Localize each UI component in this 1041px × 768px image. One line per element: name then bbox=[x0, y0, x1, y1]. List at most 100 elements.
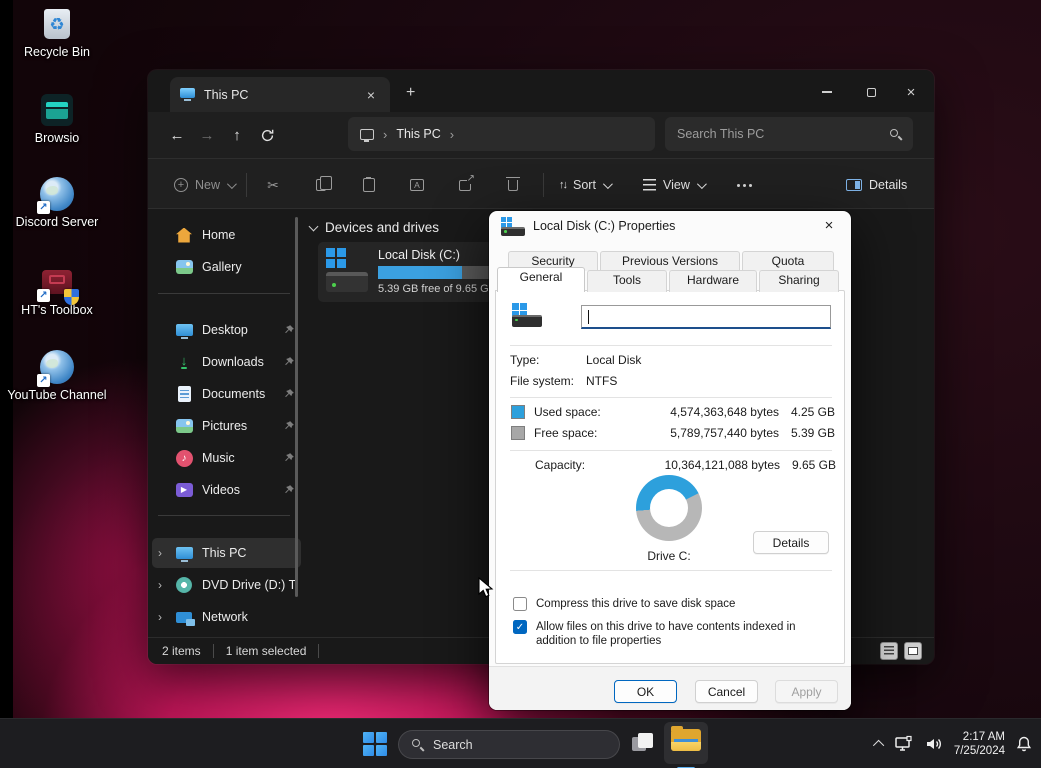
paste-button[interactable] bbox=[353, 171, 385, 199]
share-button[interactable]: ↗ bbox=[449, 171, 481, 199]
details-button[interactable]: Details bbox=[753, 531, 829, 554]
desktop-icon-hts-toolbox[interactable]: ↗ HT's Toolbox bbox=[4, 264, 110, 317]
taskbar-search[interactable]: Search bbox=[398, 730, 620, 759]
this-pc-icon bbox=[175, 544, 193, 562]
desktop-icon-discord-server[interactable]: ↗ Discord Server bbox=[4, 176, 110, 229]
sidebar-item-downloads[interactable]: ↓ Downloads bbox=[152, 347, 301, 377]
clock-time: 2:17 AM bbox=[954, 730, 1005, 744]
tab-hardware[interactable]: Hardware bbox=[669, 270, 757, 292]
new-button[interactable]: + New bbox=[166, 171, 242, 199]
sort-button[interactable]: ↑↓ Sort bbox=[551, 171, 618, 199]
desktop-icon-youtube-channel[interactable]: ↗ YouTube Channel bbox=[4, 349, 110, 402]
tab-sharing[interactable]: Sharing bbox=[759, 270, 839, 292]
drive-icon bbox=[512, 303, 542, 327]
drive-name: Local Disk (C:) bbox=[378, 248, 460, 262]
system-tray: 2:17 AM 7/25/2024 bbox=[876, 719, 1033, 768]
search-icon bbox=[412, 739, 423, 750]
taskbar-clock[interactable]: 2:17 AM 7/25/2024 bbox=[954, 730, 1005, 758]
mouse-cursor bbox=[478, 577, 495, 601]
notifications-bell-icon[interactable] bbox=[1015, 735, 1033, 753]
index-contents-checkbox[interactable]: ✓ Allow files on this drive to have cont… bbox=[513, 620, 838, 648]
desktop-icon-recycle-bin[interactable]: ♻ Recycle Bin bbox=[4, 6, 110, 59]
capacity-row: Capacity: 10,364,121,088 bytes 9.65 GB bbox=[535, 458, 836, 472]
sidebar-item-pictures[interactable]: Pictures bbox=[152, 411, 301, 441]
large-icons-view-toggle[interactable] bbox=[904, 642, 922, 660]
sidebar-item-documents[interactable]: Documents bbox=[152, 379, 301, 409]
checkbox-icon[interactable] bbox=[513, 597, 527, 611]
sidebar-item-music[interactable]: ♪ Music bbox=[152, 443, 301, 473]
copy-button[interactable] bbox=[305, 171, 337, 199]
dialog-title-bar: Local Disk (C:) Properties bbox=[489, 211, 851, 241]
back-icon[interactable]: ← bbox=[162, 127, 192, 144]
expand-chevron-icon[interactable]: › bbox=[158, 546, 166, 560]
dialog-close-icon[interactable]: × bbox=[817, 215, 841, 237]
maximize-button[interactable] bbox=[856, 80, 886, 104]
minimize-button[interactable] bbox=[812, 80, 842, 104]
tab-quota[interactable]: Quota bbox=[742, 251, 834, 271]
drive-free-space-text: 5.39 GB free of 9.65 G bbox=[378, 283, 489, 295]
close-button[interactable]: × bbox=[896, 80, 926, 104]
collapse-chevron-icon[interactable] bbox=[309, 221, 319, 231]
cut-button[interactable]: ✂ bbox=[257, 171, 289, 199]
this-pc-icon bbox=[180, 88, 195, 101]
sidebar-item-videos[interactable]: ▶ Videos bbox=[152, 475, 301, 505]
selection-count: 1 item selected bbox=[226, 644, 307, 658]
view-button[interactable]: View bbox=[635, 171, 712, 199]
sidebar-item-gallery[interactable]: Gallery bbox=[152, 252, 301, 282]
task-view-button[interactable] bbox=[630, 732, 656, 756]
drive-icon bbox=[501, 217, 525, 236]
gallery-icon bbox=[175, 258, 193, 276]
tab-this-pc[interactable]: This PC × bbox=[170, 77, 390, 112]
tab-close-icon[interactable]: × bbox=[362, 87, 380, 103]
dialog-button-strip: OK Cancel Apply bbox=[489, 666, 851, 710]
more-options-button[interactable] bbox=[728, 171, 760, 199]
new-tab-button[interactable]: + bbox=[406, 84, 415, 102]
sidebar-item-desktop[interactable]: Desktop bbox=[152, 315, 301, 345]
desktop-icon-browsio[interactable]: Browsio bbox=[4, 92, 110, 145]
details-pane-button[interactable]: Details bbox=[838, 171, 915, 199]
globe-shortcut-icon: ↗ bbox=[39, 176, 75, 212]
compress-checkbox[interactable]: Compress this drive to save disk space bbox=[513, 597, 735, 611]
ok-button[interactable]: OK bbox=[614, 680, 677, 703]
sidebar-item-dvd-drive[interactable]: › DVD Drive (D:) T bbox=[152, 570, 301, 600]
apply-button[interactable]: Apply bbox=[775, 680, 838, 703]
copy-icon bbox=[316, 179, 326, 191]
scissors-icon: ✂ bbox=[267, 177, 279, 194]
forward-icon[interactable]: → bbox=[192, 127, 222, 144]
ellipsis-icon bbox=[737, 184, 752, 187]
breadcrumb[interactable]: › This PC › bbox=[348, 117, 655, 151]
tab-tools[interactable]: Tools bbox=[587, 270, 667, 292]
refresh-icon[interactable] bbox=[252, 128, 282, 143]
volume-icon[interactable] bbox=[924, 735, 944, 753]
volume-label-input[interactable] bbox=[581, 305, 831, 329]
rename-button[interactable]: A bbox=[401, 171, 433, 199]
expand-chevron-icon[interactable]: › bbox=[158, 578, 166, 592]
delete-button[interactable] bbox=[497, 171, 529, 199]
network-icon[interactable] bbox=[894, 735, 914, 753]
file-explorer-icon bbox=[671, 729, 701, 753]
details-view-toggle[interactable] bbox=[880, 642, 898, 660]
checkbox-icon[interactable]: ✓ bbox=[513, 620, 527, 634]
breadcrumb-this-pc[interactable]: This PC bbox=[396, 127, 440, 141]
sidebar-item-home[interactable]: Home bbox=[152, 220, 301, 250]
pictures-icon bbox=[175, 417, 193, 435]
tab-previous-versions[interactable]: Previous Versions bbox=[600, 251, 740, 271]
toolbox-shortcut-icon: ↗ bbox=[39, 264, 75, 300]
tab-general[interactable]: General bbox=[497, 267, 585, 292]
expand-chevron-icon[interactable]: › bbox=[158, 610, 166, 624]
tab-strip: This PC × + × bbox=[148, 70, 934, 112]
group-header-devices-and-drives[interactable]: Devices and drives bbox=[310, 220, 439, 235]
sidebar-item-network[interactable]: › Network bbox=[152, 602, 301, 632]
tray-overflow-chevron-icon[interactable] bbox=[873, 740, 884, 751]
dvd-drive-icon bbox=[175, 576, 193, 594]
sidebar-scrollbar[interactable] bbox=[295, 217, 298, 597]
up-icon[interactable]: ↑ bbox=[222, 127, 252, 144]
paste-icon bbox=[363, 178, 375, 192]
start-button[interactable] bbox=[362, 731, 388, 757]
sidebar-item-this-pc[interactable]: › This PC bbox=[152, 538, 301, 568]
trash-icon bbox=[508, 180, 518, 191]
computer-icon bbox=[360, 129, 374, 140]
cancel-button[interactable]: Cancel bbox=[695, 680, 758, 703]
search-input[interactable]: Search This PC bbox=[665, 117, 913, 151]
taskbar-file-explorer-button[interactable] bbox=[664, 722, 708, 764]
